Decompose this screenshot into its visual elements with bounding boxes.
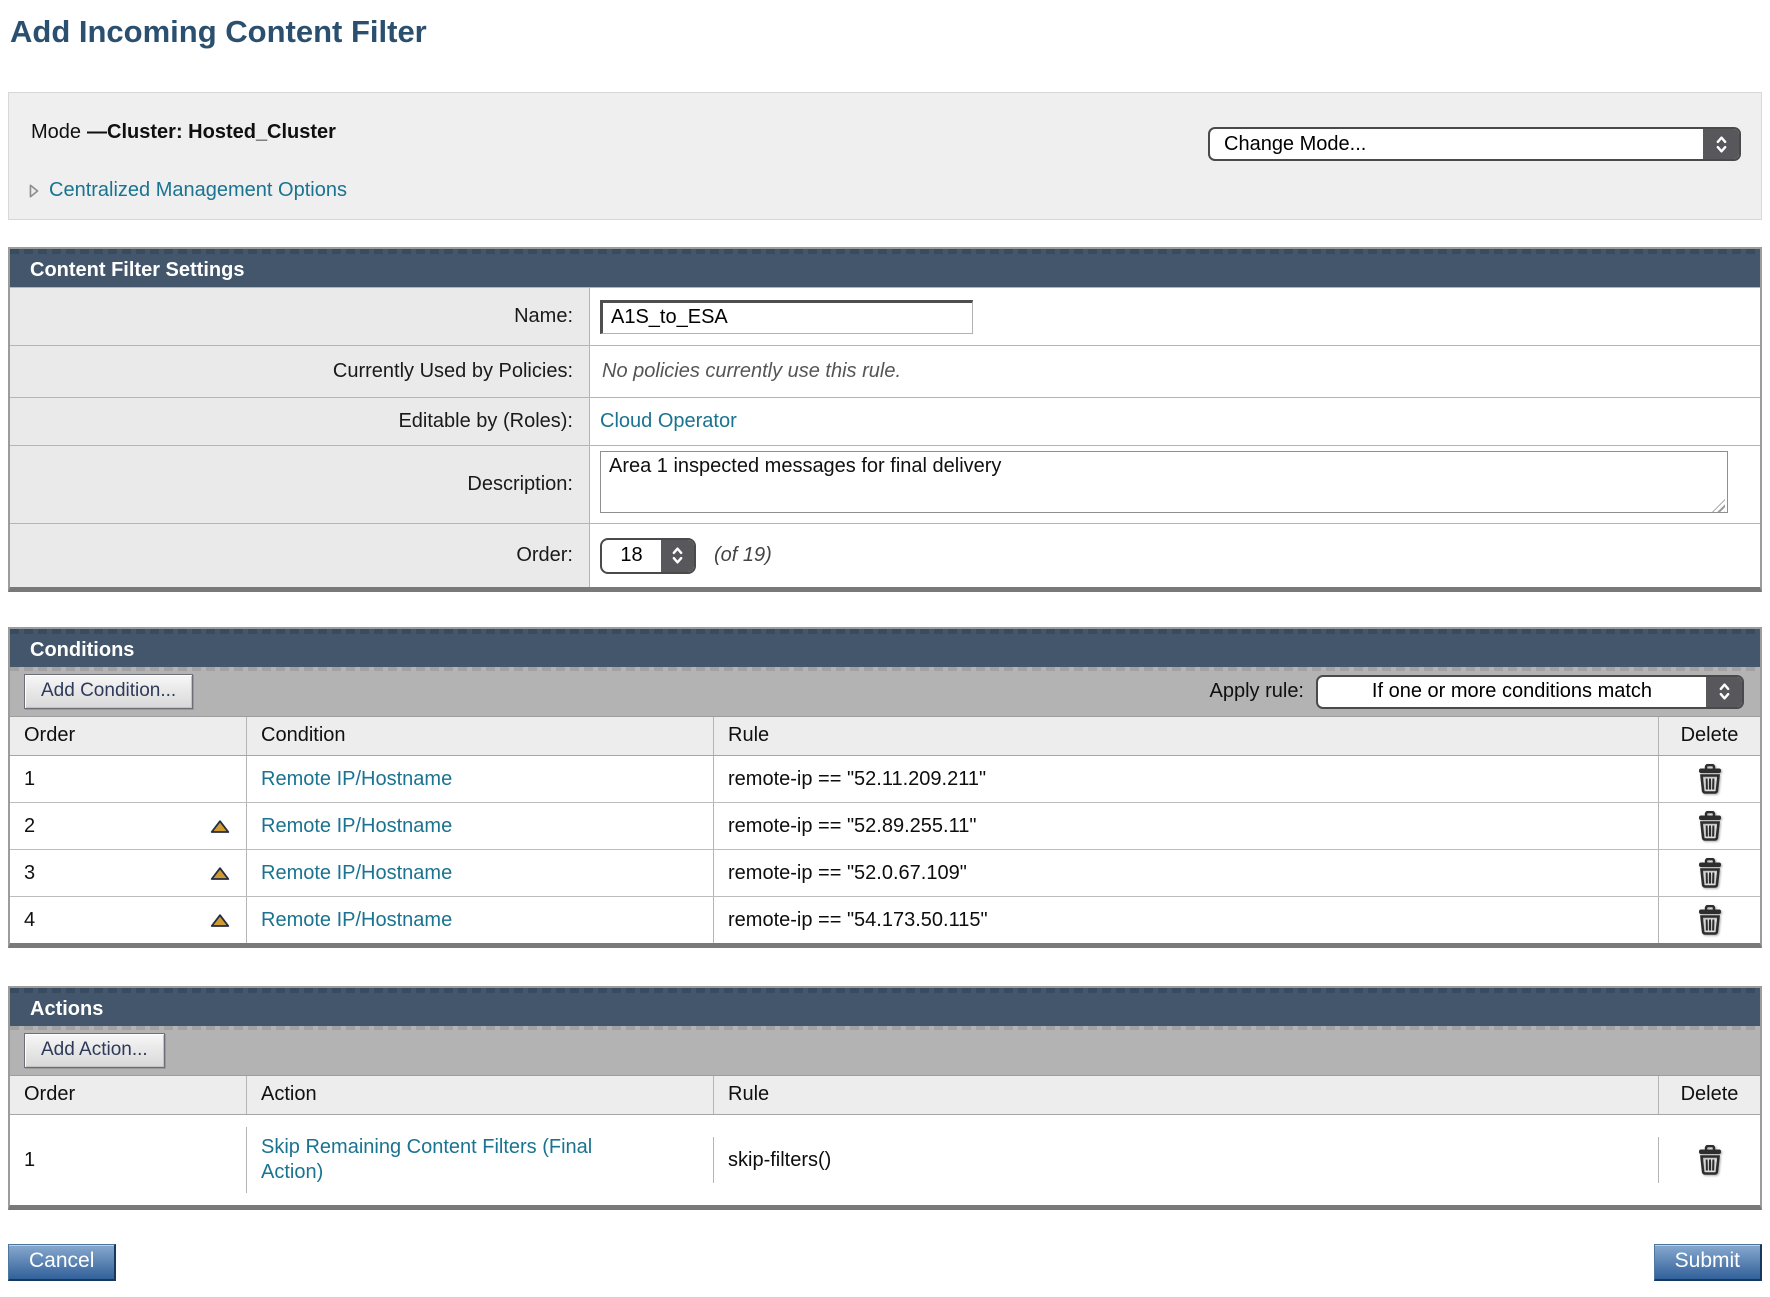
name-row: Name:	[10, 287, 1760, 345]
add-condition-button[interactable]: Add Condition...	[24, 674, 193, 709]
delete-condition-button[interactable]	[1695, 809, 1725, 843]
order-select-value: 18	[602, 540, 661, 572]
apply-rule-label: Apply rule:	[1210, 680, 1305, 703]
delete-action-button[interactable]	[1695, 1143, 1725, 1177]
apply-rule-select-value: If one or more conditions match	[1318, 677, 1706, 707]
mode-panel: Mode —Cluster: Hosted_Cluster Change Mode…	[8, 92, 1762, 220]
change-mode-select-value: Change Mode...	[1210, 129, 1703, 159]
trash-icon	[1697, 1145, 1723, 1175]
actions-table-header: Order Action Rule Delete	[10, 1076, 1760, 1115]
actions-section: Actions Add Action... Order Action Rule …	[8, 986, 1762, 1210]
action-row: 1 Skip Remaining Content Filters (Final …	[10, 1115, 1760, 1205]
col-delete: Delete	[1658, 717, 1760, 755]
condition-row: 3 Remote IP/Hostname remote-ip == "52.0.…	[10, 850, 1760, 897]
move-up-icon[interactable]	[210, 866, 230, 881]
condition-row: 4 Remote IP/Hostname remote-ip == "54.17…	[10, 897, 1760, 943]
policies-value: No policies currently use this rule.	[600, 360, 901, 383]
conditions-section: Conditions Add Condition... Apply rule: …	[8, 627, 1762, 948]
description-label: Description:	[10, 446, 590, 523]
centralized-management-row: Centralized Management Options	[29, 179, 347, 202]
mode-line: Mode —Cluster: Hosted_Cluster	[31, 121, 336, 144]
trash-icon	[1697, 764, 1723, 794]
delete-condition-button[interactable]	[1695, 856, 1725, 890]
page-title: Add Incoming Content Filter	[10, 14, 1762, 50]
col-delete: Delete	[1658, 1076, 1760, 1114]
change-mode-select[interactable]: Change Mode...	[1208, 127, 1741, 161]
description-textarea[interactable]: Area 1 inspected messages for final deli…	[600, 451, 1728, 513]
roles-label: Editable by (Roles):	[10, 398, 590, 445]
roles-row: Editable by (Roles): Cloud Operator	[10, 397, 1760, 445]
apply-rule-group: Apply rule: If one or more conditions ma…	[1210, 675, 1745, 709]
order-select[interactable]: 18	[600, 538, 696, 574]
condition-link[interactable]: Remote IP/Hostname	[261, 768, 452, 791]
mode-label: Mode	[31, 121, 81, 143]
policies-row: Currently Used by Policies: No policies …	[10, 345, 1760, 397]
conditions-header: Conditions	[10, 629, 1760, 667]
actions-header: Actions	[10, 988, 1760, 1026]
trash-icon	[1697, 905, 1723, 935]
action-link[interactable]: Skip Remaining Content Filters (Final Ac…	[261, 1127, 653, 1193]
policies-label: Currently Used by Policies:	[10, 346, 590, 397]
apply-rule-select[interactable]: If one or more conditions match	[1316, 675, 1744, 709]
select-spinner-icon	[1703, 129, 1739, 159]
name-input[interactable]	[600, 300, 973, 334]
condition-rule: remote-ip == "54.173.50.115"	[713, 897, 1658, 943]
order-label: Order:	[10, 524, 590, 587]
condition-order: 4	[24, 909, 35, 932]
select-spinner-icon	[661, 540, 694, 572]
condition-link[interactable]: Remote IP/Hostname	[261, 909, 452, 932]
trash-icon	[1697, 858, 1723, 888]
conditions-table-header: Order Condition Rule Delete	[10, 717, 1760, 756]
condition-link[interactable]: Remote IP/Hostname	[261, 815, 452, 838]
disclosure-triangle-icon[interactable]	[29, 184, 39, 198]
condition-rule: remote-ip == "52.0.67.109"	[713, 850, 1658, 896]
condition-link[interactable]: Remote IP/Hostname	[261, 862, 452, 885]
condition-row: 1 Remote IP/Hostname remote-ip == "52.11…	[10, 756, 1760, 803]
col-order: Order	[10, 717, 246, 755]
col-condition: Condition	[246, 717, 713, 755]
add-action-button[interactable]: Add Action...	[24, 1033, 165, 1068]
page: Add Incoming Content Filter Mode —Cluster…	[8, 0, 1762, 1297]
condition-rule: remote-ip == "52.89.255.11"	[713, 803, 1658, 849]
action-rule: skip-filters()	[713, 1137, 1658, 1183]
col-action: Action	[246, 1076, 713, 1114]
condition-rule: remote-ip == "52.11.209.211"	[713, 756, 1658, 802]
centralized-management-options-link[interactable]: Centralized Management Options	[49, 179, 347, 202]
order-row: Order: 18 (of 19)	[10, 523, 1760, 587]
delete-condition-button[interactable]	[1695, 903, 1725, 937]
footer-bar: Cancel Submit	[8, 1244, 1762, 1297]
condition-order: 3	[24, 862, 35, 885]
cancel-button[interactable]: Cancel	[8, 1244, 116, 1281]
delete-condition-button[interactable]	[1695, 762, 1725, 796]
description-row: Description: Area 1 inspected messages f…	[10, 445, 1760, 523]
col-rule: Rule	[713, 1076, 1658, 1114]
col-order: Order	[10, 1076, 246, 1114]
move-up-icon[interactable]	[210, 913, 230, 928]
select-spinner-icon	[1706, 677, 1742, 707]
move-up-icon[interactable]	[210, 819, 230, 834]
col-rule: Rule	[713, 717, 1658, 755]
order-of-total: (of 19)	[714, 544, 772, 567]
content-filter-settings-header: Content Filter Settings	[10, 249, 1760, 287]
conditions-toolbar: Add Condition... Apply rule: If one or m…	[10, 667, 1760, 717]
submit-button[interactable]: Submit	[1654, 1244, 1762, 1281]
actions-toolbar: Add Action...	[10, 1026, 1760, 1076]
condition-order: 1	[24, 768, 35, 791]
condition-order: 2	[24, 815, 35, 838]
cloud-operator-link[interactable]: Cloud Operator	[600, 410, 737, 433]
name-label: Name:	[10, 288, 590, 345]
trash-icon	[1697, 811, 1723, 841]
mode-value: —Cluster: Hosted_Cluster	[87, 121, 336, 143]
content-filter-settings-section: Content Filter Settings Name: Currently …	[8, 247, 1762, 592]
condition-row: 2 Remote IP/Hostname remote-ip == "52.89…	[10, 803, 1760, 850]
action-order: 1	[24, 1149, 35, 1172]
